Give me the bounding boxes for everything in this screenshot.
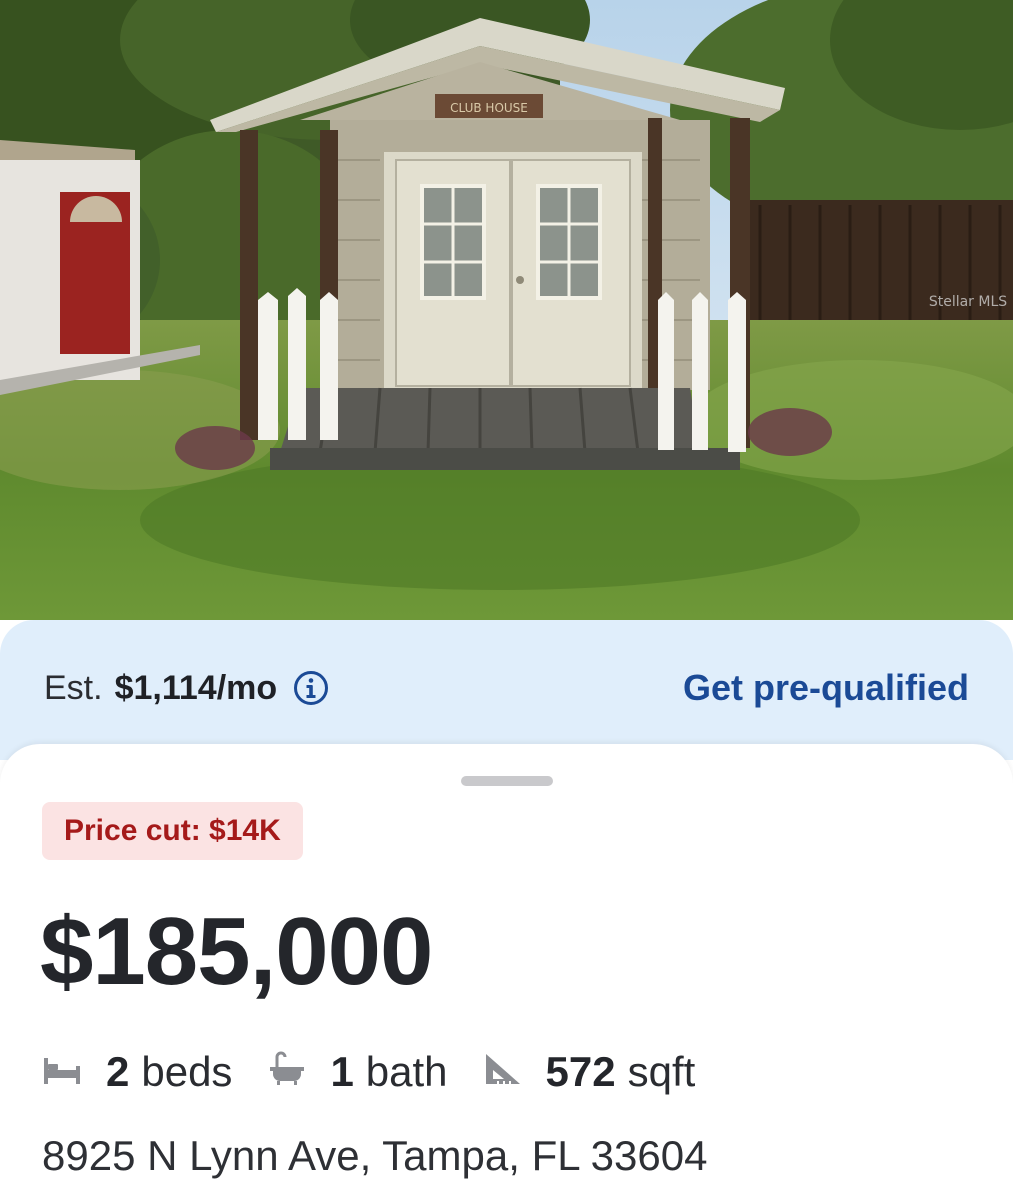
info-circle-icon[interactable] — [293, 670, 329, 706]
beds-count: 2 — [106, 1048, 130, 1095]
sheet-drag-handle[interactable] — [461, 776, 553, 786]
monthly-estimate: Est. $1,114/mo — [44, 664, 329, 712]
sqft-fact: 572 sqft — [484, 1048, 696, 1096]
photo-watermark-text: Stellar MLS — [929, 294, 1007, 310]
beds-unit: beds — [141, 1048, 233, 1095]
listing-details-sheet: Price cut: $14K $185,000 2 beds 1 bath 5… — [0, 744, 1013, 1200]
beds-fact: 2 beds — [42, 1048, 232, 1096]
estimate-value: $1,114/mo — [114, 668, 278, 707]
listing-photo[interactable]: CLUB HOUSE Stellar MLS — [0, 0, 1013, 620]
estimate-label: Est. — [44, 668, 103, 707]
listing-price: $185,000 — [40, 898, 433, 1005]
baths-unit: bath — [365, 1048, 448, 1095]
ruler-triangle-icon — [484, 1048, 546, 1096]
baths-fact: 1 bath — [268, 1048, 448, 1096]
sqft-count: 572 — [545, 1048, 616, 1095]
sqft-unit: sqft — [627, 1048, 696, 1095]
bathtub-icon — [268, 1048, 330, 1096]
bed-icon — [42, 1048, 106, 1096]
get-prequalified-link[interactable]: Get pre-qualified — [683, 664, 969, 712]
clubhouse-sign-text: CLUB HOUSE — [450, 101, 528, 115]
price-cut-badge: Price cut: $14K — [42, 802, 303, 860]
listing-address[interactable]: 8925 N Lynn Ave, Tampa, FL 33604 — [42, 1128, 707, 1184]
baths-count: 1 — [330, 1048, 354, 1095]
shed-photo-image: CLUB HOUSE Stellar MLS — [0, 0, 1013, 620]
property-facts: 2 beds 1 bath 572 sqft — [42, 1042, 731, 1102]
